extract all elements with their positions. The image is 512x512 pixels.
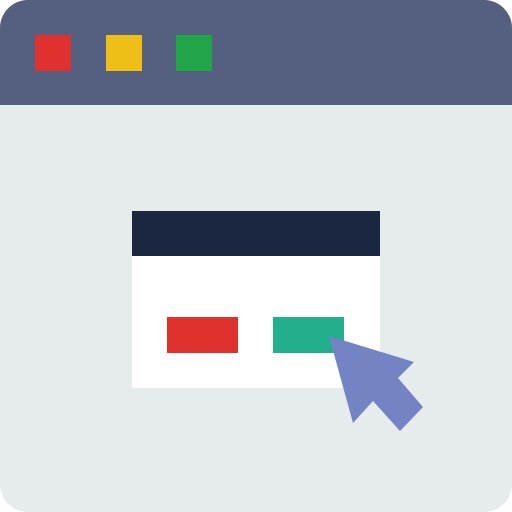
dialog-confirm-button[interactable]	[273, 317, 344, 353]
window-titlebar	[0, 0, 512, 105]
browser-window	[0, 0, 512, 512]
dialog-cancel-button[interactable]	[167, 317, 238, 353]
minimize-button[interactable]	[106, 35, 142, 71]
maximize-button[interactable]	[176, 35, 212, 71]
dialog-box	[132, 211, 380, 388]
close-button[interactable]	[35, 35, 71, 71]
dialog-header	[132, 211, 380, 256]
